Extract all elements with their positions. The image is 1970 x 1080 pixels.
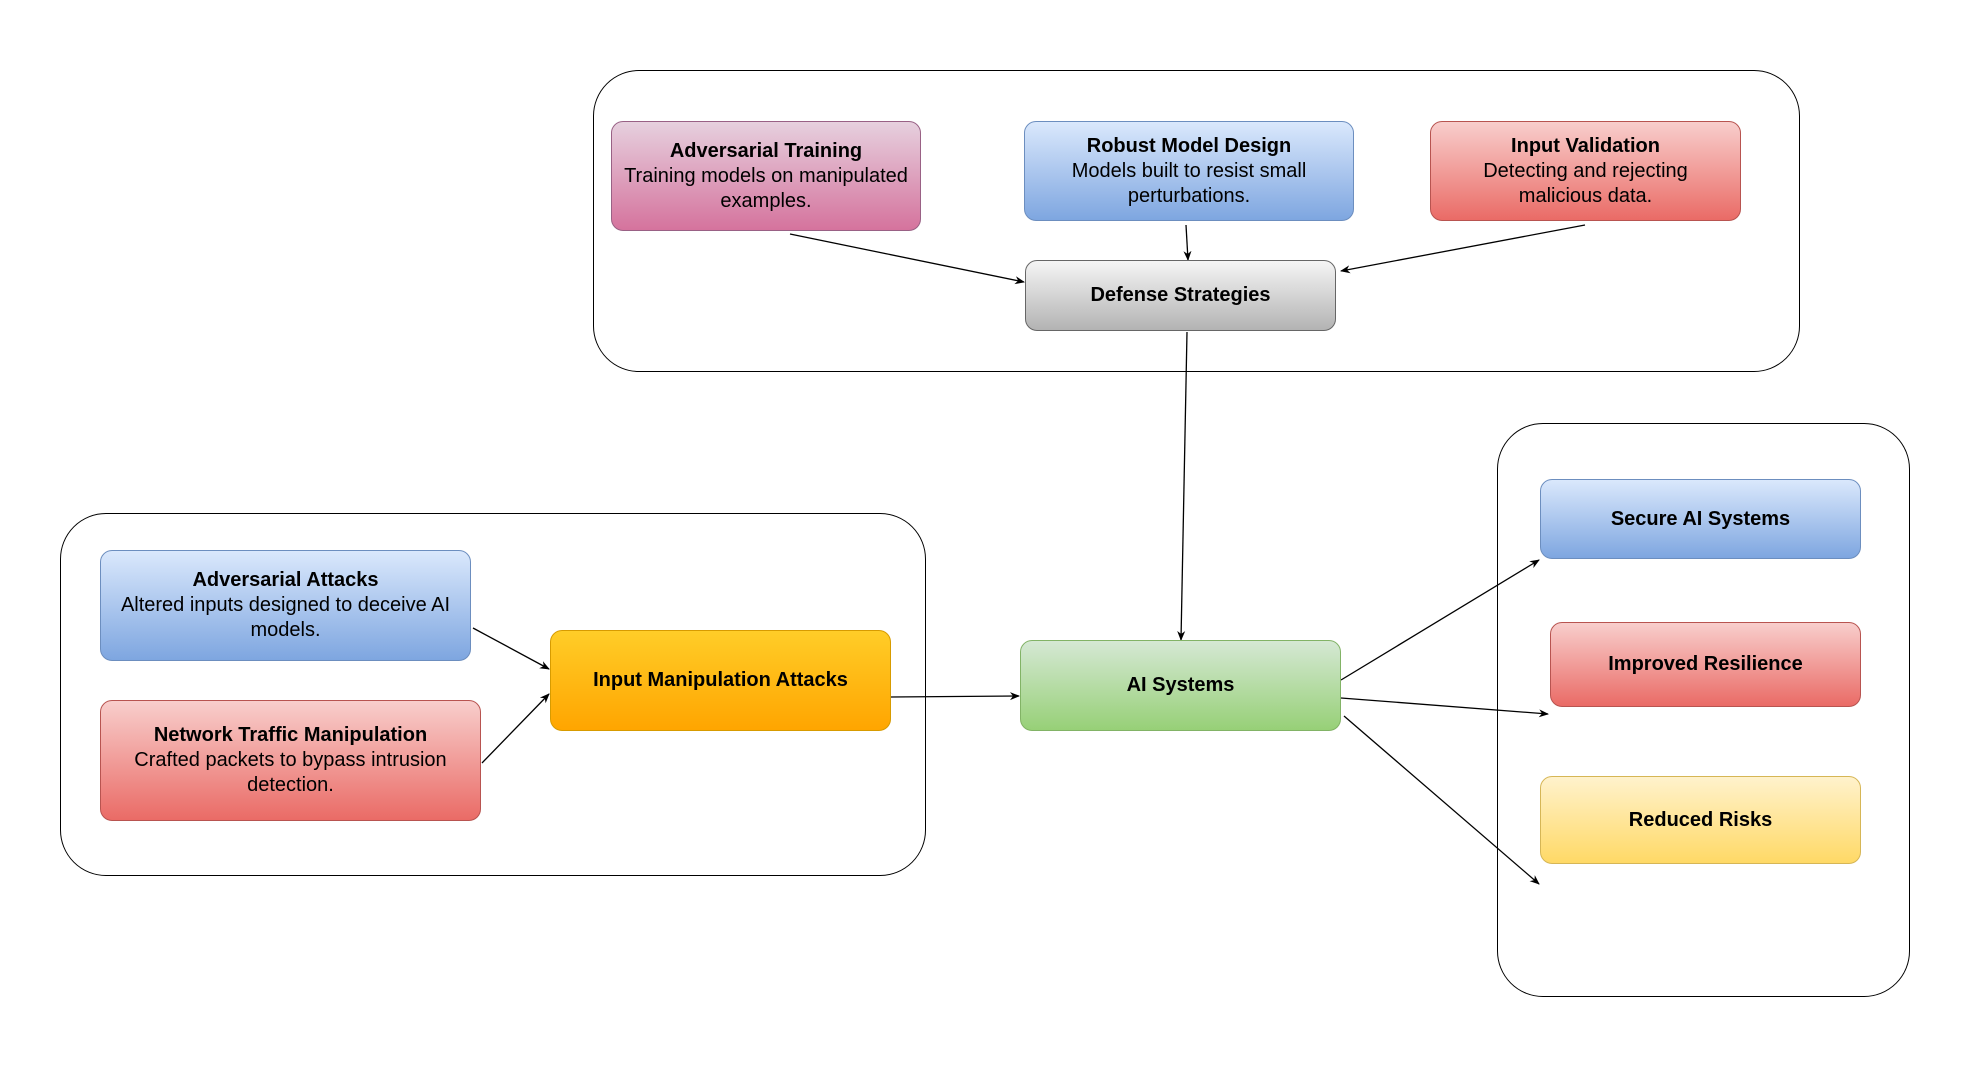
defense-strategies-node[interactable]: Defense Strategies [1025,260,1336,331]
reduced-risks-node[interactable]: Reduced Risks [1540,776,1861,864]
node-title: Adversarial Training [669,139,863,162]
adversarial-attacks-node[interactable]: Adversarial Attacks Altered inputs desig… [100,550,471,661]
edge-defense-to-ai-systems [1177,331,1188,641]
node-description: Training models on manipulated examples. [624,164,908,212]
node-description: Altered inputs designed to deceive AI mo… [120,594,451,641]
improved-resilience-node[interactable]: Improved Resilience [1550,622,1861,707]
node-description: Detecting and rejecting malicious data. [1483,159,1688,207]
node-title: Improved Resilience [1608,653,1803,675]
node-title: Input Manipulation Attacks [593,669,848,691]
adversarial-training-node[interactable]: Adversarial Training Training models on … [611,121,921,231]
node-description: Crafted packets to bypass intrusion dete… [134,749,447,796]
node-title: Input Validation [1511,134,1660,157]
node-description: Models built to resist small perturbatio… [1071,159,1307,207]
network-traffic-manipulation-node[interactable]: Network Traffic Manipulation Crafted pac… [100,700,481,821]
node-title: Reduced Risks [1628,808,1773,831]
node-title: Adversarial Attacks [192,569,379,591]
robust-model-design-node[interactable]: Robust Model Design Models built to resi… [1024,121,1354,221]
node-title: Network Traffic Manipulation [153,724,428,746]
ai-systems-node[interactable]: AI Systems [1020,640,1341,731]
node-title: Robust Model Design [1086,134,1292,157]
secure-ai-systems-node[interactable]: Secure AI Systems [1540,479,1861,559]
input-validation-node[interactable]: Input Validation Detecting and rejecting… [1430,121,1741,221]
node-title: AI Systems [1126,674,1235,696]
input-manipulation-attacks-node[interactable]: Input Manipulation Attacks [550,630,891,731]
node-title: Secure AI Systems [1610,507,1791,530]
node-title: Defense Strategies [1090,284,1271,306]
